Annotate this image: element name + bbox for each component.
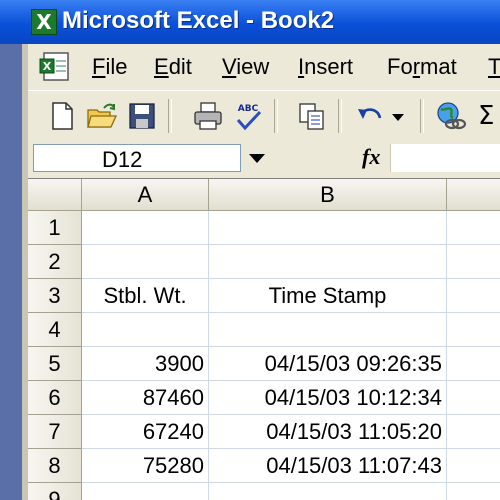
cell-a8[interactable]: 75280 — [82, 449, 209, 483]
formula-bar: D12 fx — [28, 140, 500, 176]
toolbar-separator — [274, 99, 278, 133]
worksheet-grid: A B 1 2 3 Stbl. Wt. Time Stamp 4 5 3900 04/15/03… — [28, 178, 500, 500]
cell-a4[interactable] — [82, 313, 209, 347]
cell-c3[interactable] — [447, 279, 500, 313]
column-header-a[interactable]: A — [82, 179, 209, 211]
spelling-icon[interactable]: ABC — [232, 100, 264, 132]
cell-b5[interactable]: 04/15/03 09:26:35 — [209, 347, 447, 381]
row-header[interactable]: 7 — [28, 415, 82, 449]
row-header[interactable]: 3 — [28, 279, 82, 313]
insert-function-icon[interactable]: fx — [362, 144, 380, 170]
menu-insert[interactable]: Insert — [298, 54, 353, 80]
standard-toolbar: ABC Σ — [28, 90, 500, 141]
cell-b4[interactable] — [209, 313, 447, 347]
toolbar-separator — [338, 99, 342, 133]
cell-a9[interactable] — [82, 483, 209, 500]
svg-text:ABC: ABC — [238, 104, 259, 114]
menu-file[interactable]: File — [92, 54, 127, 80]
app-icon-glyph: X — [36, 10, 52, 34]
cell-b6[interactable]: 04/15/03 10:12:34 — [209, 381, 447, 415]
cell-c1[interactable] — [447, 211, 500, 245]
copy-icon[interactable] — [296, 100, 328, 132]
window-title: Microsoft Excel - Book2 — [62, 7, 335, 34]
toolbar-separator — [168, 99, 172, 133]
menu-bar: X File Edit View Insert Format T — [28, 44, 500, 90]
menu-format[interactable]: Format — [387, 54, 457, 80]
new-icon[interactable] — [46, 100, 78, 132]
name-box-value: D12 — [102, 147, 143, 172]
row-header[interactable]: 1 — [28, 211, 82, 245]
row-header[interactable]: 4 — [28, 313, 82, 347]
row-header[interactable]: 2 — [28, 245, 82, 279]
cell-c8[interactable] — [447, 449, 500, 483]
title-bar[interactable]: X Microsoft Excel - Book2 — [0, 0, 500, 44]
column-header-c[interactable] — [447, 179, 500, 211]
cell-b9[interactable] — [209, 483, 447, 500]
menu-view[interactable]: View — [222, 54, 269, 80]
autosum-icon[interactable]: Σ — [478, 100, 500, 132]
undo-icon[interactable] — [354, 100, 386, 132]
cell-a1[interactable] — [82, 211, 209, 245]
row-header[interactable]: 5 — [28, 347, 82, 381]
cell-b8[interactable]: 04/15/03 11:07:43 — [209, 449, 447, 483]
menu-edit[interactable]: Edit — [154, 54, 192, 80]
cell-b1[interactable] — [209, 211, 447, 245]
cell-c6[interactable] — [447, 381, 500, 415]
cell-a6[interactable]: 87460 — [82, 381, 209, 415]
chevron-down-icon[interactable] — [245, 148, 269, 168]
name-box[interactable]: D12 — [33, 144, 241, 172]
cell-c9[interactable] — [447, 483, 500, 500]
formula-input[interactable] — [390, 144, 500, 172]
row-header[interactable]: 8 — [28, 449, 82, 483]
print-icon[interactable] — [192, 100, 224, 132]
row-header[interactable]: 6 — [28, 381, 82, 415]
cell-c2[interactable] — [447, 245, 500, 279]
select-all-corner[interactable] — [28, 179, 82, 211]
toolbar-separator — [420, 99, 424, 133]
svg-text:X: X — [43, 60, 52, 73]
cell-a2[interactable] — [82, 245, 209, 279]
row-header[interactable]: 9 — [28, 483, 82, 500]
window-left-edge — [0, 44, 22, 500]
undo-dropdown-icon[interactable] — [388, 100, 408, 132]
cell-c4[interactable] — [447, 313, 500, 347]
cell-b2[interactable] — [209, 245, 447, 279]
cell-a7[interactable]: 67240 — [82, 415, 209, 449]
excel-app-icon[interactable]: X — [31, 9, 57, 35]
cell-a5[interactable]: 3900 — [82, 347, 209, 381]
column-header-b[interactable]: B — [209, 179, 447, 211]
cell-b7[interactable]: 04/15/03 11:05:20 — [209, 415, 447, 449]
cell-b3[interactable]: Time Stamp — [209, 279, 447, 313]
open-icon[interactable] — [86, 100, 118, 132]
menu-tools[interactable]: T — [488, 54, 500, 80]
cell-c5[interactable] — [447, 347, 500, 381]
cell-a3[interactable]: Stbl. Wt. — [82, 279, 209, 313]
cell-c7[interactable] — [447, 415, 500, 449]
save-icon[interactable] — [126, 100, 158, 132]
excel-window: X Microsoft Excel - Book2 X File Edit Vi… — [0, 0, 500, 500]
hyperlink-icon[interactable] — [434, 100, 466, 132]
workbook-icon[interactable]: X — [38, 51, 72, 83]
